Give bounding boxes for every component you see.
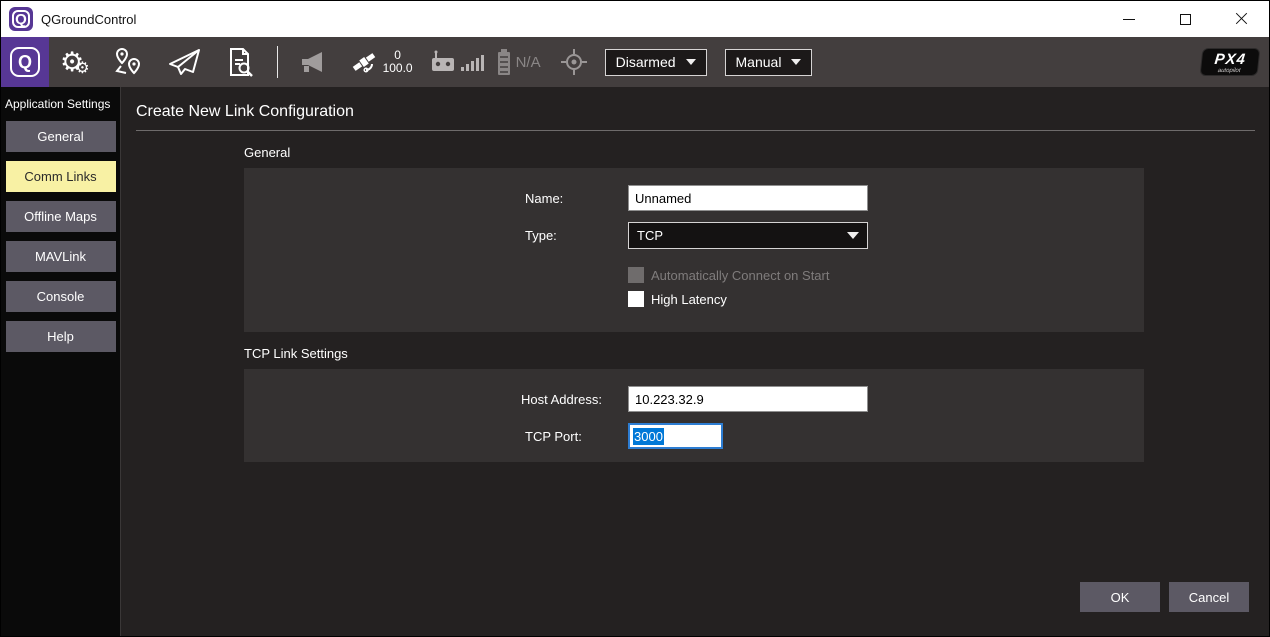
host-address-input[interactable] [628, 386, 868, 412]
name-label: Name: [525, 191, 628, 206]
fly-view-button[interactable] [155, 37, 213, 87]
app-logo-icon: Q [9, 7, 33, 31]
general-section-label: General [244, 145, 1255, 160]
sidebar-item-offline-maps[interactable]: Offline Maps [6, 201, 116, 232]
analyze-view-button[interactable] [213, 37, 267, 87]
titlebar: Q QGroundControl [1, 1, 1269, 37]
toolbar-separator [277, 46, 278, 78]
auto-connect-label: Automatically Connect on Start [651, 268, 829, 283]
general-section-panel: Name: Type: TCP Automatically Connect on… [244, 168, 1144, 332]
toolbar: Q ⚙⚙ [1, 37, 1269, 87]
sidebar-item-help[interactable]: Help [6, 321, 116, 352]
qgroundcontrol-window: Q QGroundControl Q ⚙⚙ [0, 0, 1270, 637]
paper-plane-icon [166, 46, 202, 78]
qgc-logo-icon: Q [10, 47, 40, 77]
high-latency-label: High Latency [651, 292, 727, 307]
type-label: Type: [525, 228, 628, 243]
settings-sidebar: Application Settings General Comm Links … [1, 87, 121, 637]
arm-state-label: Disarmed [616, 54, 676, 70]
window-title: QGroundControl [41, 12, 136, 27]
sidebar-item-console[interactable]: Console [6, 281, 116, 312]
tcp-port-selected-text: 3000 [633, 428, 664, 445]
plan-view-button[interactable] [101, 37, 155, 87]
cancel-button[interactable]: Cancel [1169, 582, 1249, 612]
minimize-button[interactable] [1101, 1, 1157, 37]
chevron-down-icon [847, 232, 859, 239]
gps-indicator[interactable] [338, 37, 383, 87]
gps-hdop: 100.0 [383, 62, 413, 75]
gear-small-icon: ⚙ [75, 61, 89, 77]
close-icon [1235, 13, 1247, 25]
auto-connect-checkbox [628, 267, 644, 283]
sidebar-item-mavlink[interactable]: MAVLink [6, 241, 116, 272]
chevron-down-icon [686, 59, 696, 65]
waypoints-icon [112, 46, 144, 78]
tcp-port-label: TCP Port: [525, 429, 628, 444]
rssi-bars-icon [461, 53, 484, 71]
sidebar-header: Application Settings [1, 95, 120, 121]
crosshair-icon [560, 48, 588, 76]
title-divider [136, 130, 1255, 131]
maximize-button[interactable] [1157, 1, 1213, 37]
settings-view-button[interactable]: ⚙⚙ [49, 37, 101, 87]
tcp-section-label: TCP Link Settings [244, 346, 1255, 361]
messages-indicator[interactable] [288, 37, 338, 87]
host-address-label: Host Address: [521, 392, 628, 407]
qgc-menu-button[interactable]: Q [1, 37, 49, 87]
sidebar-item-comm-links[interactable]: Comm Links [6, 161, 116, 192]
sidebar-item-general[interactable]: General [6, 121, 116, 152]
content-area: Application Settings General Comm Links … [1, 87, 1269, 637]
rc-rssi-indicator[interactable] [427, 37, 459, 87]
close-button[interactable] [1213, 1, 1269, 37]
window-controls [1101, 1, 1269, 37]
link-config-form: Create New Link Configuration General Na… [121, 87, 1269, 637]
dialog-buttons: OK Cancel [1080, 582, 1249, 612]
minimize-icon [1123, 19, 1135, 20]
ok-button[interactable]: OK [1080, 582, 1160, 612]
flight-mode-label: Manual [736, 54, 782, 70]
rc-controller-icon [429, 49, 457, 75]
px4-logo: PX4 autopilot [1200, 48, 1261, 76]
megaphone-icon [299, 49, 327, 75]
page-title: Create New Link Configuration [136, 103, 1255, 121]
tcp-port-input[interactable]: 3000 [628, 423, 723, 449]
name-input[interactable] [628, 185, 868, 211]
satellite-icon [349, 47, 379, 77]
battery-icon [496, 48, 512, 76]
high-latency-checkbox[interactable] [628, 291, 644, 307]
maximize-icon [1180, 14, 1191, 25]
chevron-down-icon [791, 59, 801, 65]
flight-mode-dropdown[interactable]: Manual [725, 49, 813, 76]
gps-rtk-indicator[interactable] [549, 37, 599, 87]
document-search-icon [224, 46, 256, 78]
tcp-section-panel: Host Address: TCP Port: 3000 [244, 369, 1144, 462]
type-dropdown[interactable]: TCP [628, 222, 868, 249]
battery-value: N/A [516, 54, 541, 71]
battery-indicator[interactable] [494, 37, 514, 87]
arm-state-dropdown[interactable]: Disarmed [605, 49, 707, 76]
type-value: TCP [637, 228, 663, 243]
gps-values: 0 100.0 [383, 49, 413, 75]
